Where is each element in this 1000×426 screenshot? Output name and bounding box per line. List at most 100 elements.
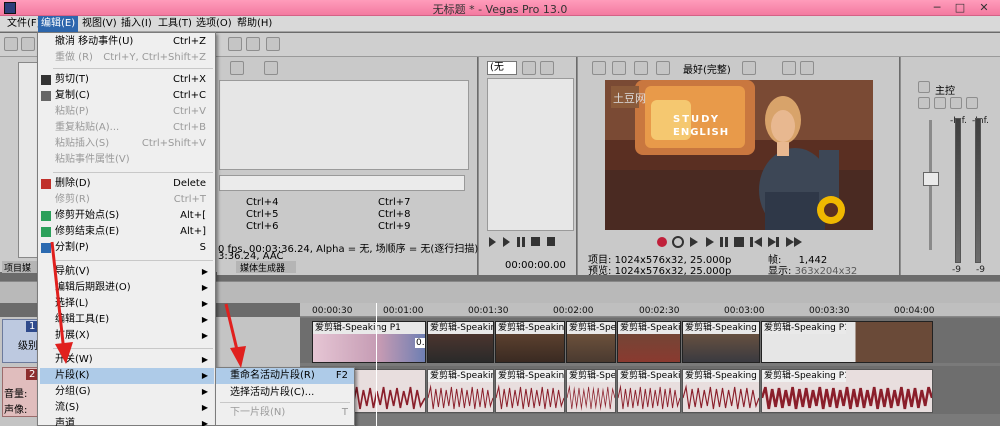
preview-settings-icon[interactable] <box>592 61 606 75</box>
preview-label: 预览: <box>588 266 612 277</box>
menu-view[interactable]: 视图(V) <box>79 16 120 32</box>
menu-item-channels[interactable]: 声道 ▶ <box>40 416 214 426</box>
preview-video[interactable]: 土豆网 STUDY ENGLISH <box>605 80 873 230</box>
trimmer-transport[interactable] <box>487 236 572 248</box>
menu-item-label: 删除(D) <box>55 178 91 189</box>
video-clip[interactable]: 爱剪辑-Speaking P1 <box>617 321 681 363</box>
menu-item-shortcut: Ctrl+Shift+V <box>141 138 206 149</box>
menu-item-shortcut: Ctrl+C <box>172 90 206 101</box>
trimmer-marker-icon[interactable] <box>540 61 554 75</box>
preview-quality-dropdown[interactable]: 最好(完整) <box>683 61 731 76</box>
master-fader[interactable] <box>923 172 939 186</box>
menu-item-shortcut: Ctrl+Y, Ctrl+Shift+Z <box>103 52 206 63</box>
master-mute-icon[interactable] <box>950 97 962 109</box>
ruler-tick: 00:01:30 <box>468 306 509 316</box>
view-mode-icon[interactable] <box>230 61 244 75</box>
trim-tool-icon[interactable] <box>266 37 280 51</box>
paint-icon[interactable] <box>246 37 260 51</box>
submenu-arrow-icon: ▶ <box>201 403 208 412</box>
menu-item-copy[interactable]: 复制(C) Ctrl+C <box>40 88 214 104</box>
ruler-tick: 00:00:30 <box>312 306 353 316</box>
audio-clip[interactable]: 爱剪辑-Speaking P1 <box>495 369 565 413</box>
project-label: 项目: <box>588 255 612 266</box>
menu-item-paste[interactable]: 粘贴(P) Ctrl+V <box>40 104 214 120</box>
menu-item-paste-event-attributes[interactable]: 粘贴事件属性(V) <box>40 152 214 168</box>
new-file-icon[interactable] <box>4 37 18 51</box>
menu-item-label: 修剪结束点(E) <box>55 226 120 237</box>
master-solo-icon[interactable] <box>966 97 978 109</box>
clip-title: 爱剪辑-Speaking P1 <box>496 370 564 382</box>
menu-separator <box>220 402 350 403</box>
trimmer-tool-icon[interactable] <box>522 61 536 75</box>
window-title: 无标题 * - Vegas Pro 13.0 <box>432 3 568 16</box>
snap-icon[interactable] <box>228 37 242 51</box>
split-view-icon[interactable] <box>634 61 648 75</box>
monitor-icon[interactable] <box>612 61 626 75</box>
audio-clip[interactable]: 爱剪辑-Speaking P1 <box>682 369 760 413</box>
meter-peak-right: -9 <box>976 265 985 275</box>
submenu-arrow-icon: ▶ <box>201 419 208 426</box>
master-settings-icon[interactable] <box>934 97 946 109</box>
audio-clip[interactable]: 爱剪辑-Speaking P1 <box>427 369 494 413</box>
menu-item-clip[interactable]: 片段(K) ▶ <box>40 368 214 384</box>
video-clip[interactable]: 爱剪辑-Speaking P1 <box>566 321 616 363</box>
trimmer-view[interactable] <box>487 78 574 231</box>
preview-transport[interactable] <box>656 235 816 249</box>
menu-edit[interactable]: 编辑(E) <box>38 16 79 32</box>
trimmer-dropdown[interactable]: (无 <box>487 61 517 75</box>
audio-clip[interactable]: 爱剪辑-Speaking P1 <box>617 369 681 413</box>
media-list[interactable] <box>219 80 469 170</box>
menu-item-trim-start[interactable]: 修剪开始点(S) Alt+[ <box>40 208 214 224</box>
menu-item-redo[interactable]: 重做 (R) Ctrl+Y, Ctrl+Shift+Z <box>40 50 214 66</box>
menu-item-trim-end[interactable]: 修剪结束点(E) Alt+] <box>40 224 214 240</box>
menu-tools[interactable]: 工具(T) <box>155 16 195 32</box>
menu-item-cut[interactable]: 剪切(T) Ctrl+X <box>40 72 214 88</box>
search-icon[interactable] <box>264 61 278 75</box>
menu-item-stream[interactable]: 流(S) ▶ <box>40 400 214 416</box>
menu-item-shortcut: Ctrl+T <box>173 194 206 205</box>
tab-project-media[interactable]: 项目媒 <box>2 261 38 274</box>
audio-clip[interactable]: 爱剪辑-Speaking P1 <box>566 369 616 413</box>
master-bus-icon[interactable] <box>918 81 930 93</box>
menu-item-label: 粘贴插入(S) <box>55 138 110 149</box>
menu-item-group[interactable]: 分组(G) ▶ <box>40 384 214 400</box>
menu-item-delete[interactable]: 删除(D) Delete <box>40 176 214 192</box>
submenu-item-select-active-clip[interactable]: 选择活动片段(C)... <box>216 385 354 401</box>
copy-snapshot-icon[interactable] <box>782 61 796 75</box>
menu-help[interactable]: 帮助(H) <box>234 16 275 32</box>
menu-item-trim[interactable]: 修剪(R) Ctrl+T <box>40 192 214 208</box>
maximize-button[interactable]: □ <box>953 1 967 14</box>
menu-options[interactable]: 选项(O) <box>193 16 235 32</box>
menu-insert[interactable]: 插入(I) <box>118 16 155 32</box>
menu-item-shortcut: S <box>199 242 206 253</box>
grid-icon[interactable] <box>742 61 756 75</box>
audio-waveform <box>567 384 615 411</box>
close-button[interactable]: ✕ <box>977 1 991 14</box>
master-fx-icon[interactable] <box>918 97 930 109</box>
video-clip[interactable]: 爱剪辑-Speaking P1 <box>495 321 565 363</box>
menu-item-repeat-paste[interactable]: 重复粘贴(A)... Ctrl+B <box>40 120 214 136</box>
video-clip[interactable]: 爱剪辑-Speaking P1 0.00 <box>312 321 426 363</box>
annotation-arrow <box>224 303 246 368</box>
video-clip[interactable]: 爱剪辑-Speaking P1 <box>761 321 933 363</box>
save-snapshot-icon[interactable] <box>800 61 814 75</box>
ruler-tick: 00:03:30 <box>809 306 850 316</box>
overlay-icon[interactable] <box>656 61 670 75</box>
clip-title: 爱剪辑-Speaking P1 <box>618 370 680 382</box>
playhead-cursor[interactable] <box>376 303 377 426</box>
menu-item-undo[interactable]: 撤消 移动事件(U) Ctrl+Z <box>40 34 214 50</box>
shortcut-text: Ctrl+7 <box>378 197 411 208</box>
submenu-arrow-icon: ▶ <box>201 331 208 340</box>
video-clip[interactable]: 爱剪辑-Speaking P1 <box>682 321 760 363</box>
clip-title: 爱剪辑-Speaking P1 <box>428 370 493 382</box>
video-clip[interactable]: 爱剪辑-Speaking P1 <box>427 321 494 363</box>
menu-item-paste-insert[interactable]: 粘贴插入(S) Ctrl+Shift+V <box>40 136 214 152</box>
tab-media-generators[interactable]: 媒体生成器 <box>236 261 296 274</box>
minimize-button[interactable]: ─ <box>930 1 944 14</box>
audio-clip[interactable]: 爱剪辑-Speaking P1 <box>761 369 933 413</box>
master-meter-left <box>955 118 961 263</box>
media-filter-box[interactable] <box>219 175 465 191</box>
open-folder-icon[interactable] <box>21 37 35 51</box>
preview-value: 1024x576x32, 25.000p <box>614 266 732 277</box>
submenu-item-next-clip[interactable]: 下一片段(N) T <box>216 405 354 421</box>
